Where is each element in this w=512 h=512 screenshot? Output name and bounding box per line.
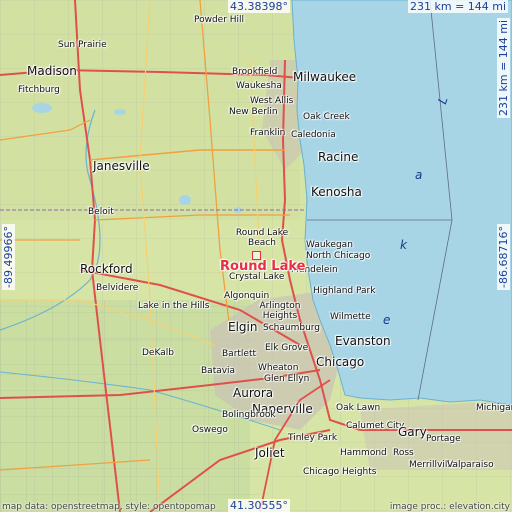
place-waukesha: Waukesha — [236, 81, 282, 91]
lake-letter-e: e — [383, 313, 391, 327]
place-sun-prairie: Sun Prairie — [58, 40, 107, 50]
attribution-map-data: map data: openstreetmap, style: opentopo… — [2, 502, 216, 512]
lake-letter-k: k — [400, 238, 407, 252]
coord-top: 43.38398° — [228, 0, 290, 13]
place-schaumburg: Schaumburg — [263, 323, 321, 333]
place-evanston: Evanston — [335, 334, 391, 348]
place-north-chicago: North Chicago — [306, 251, 371, 261]
place-bartlett: Bartlett — [222, 349, 257, 359]
place-west-allis: West Allis — [250, 96, 294, 106]
place-powder-hill: Powder Hill — [194, 15, 245, 25]
place-waukegan: Waukegan — [306, 240, 353, 250]
place-portage: Portage — [426, 434, 461, 444]
place-dekalb: DeKalb — [142, 348, 174, 358]
place-elgin: Elgin — [228, 320, 258, 334]
place-wilmette: Wilmette — [330, 312, 371, 322]
place-valparaiso: Valparaiso — [447, 460, 494, 470]
coord-right: -86.68716° — [497, 224, 510, 290]
place-oak-creek: Oak Creek — [303, 112, 350, 122]
place-michigan-city: Michigan City — [476, 403, 512, 413]
lake-letter-a: a — [415, 168, 423, 182]
place-belvidere: Belvidere — [96, 283, 139, 293]
coord-bottom: 41.30555° — [228, 499, 290, 512]
place-wheaton: Wheaton — [258, 363, 299, 373]
place-oswego: Oswego — [192, 425, 228, 435]
place-janesville: Janesville — [93, 159, 150, 173]
place-racine: Racine — [318, 150, 359, 164]
lake-mendota — [32, 103, 52, 113]
attribution-image-processing: image proc.: elevation.city — [389, 502, 510, 512]
place-beloit: Beloit — [88, 207, 114, 217]
place-ross: Ross — [393, 448, 414, 458]
place-chicago-heights: Chicago Heights — [303, 467, 377, 477]
place-oak-lawn: Oak Lawn — [336, 403, 381, 413]
place-crystal-lake: Crystal Lake — [229, 272, 285, 282]
place-algonquin: Algonquin — [224, 291, 270, 301]
place-franklin: Franklin — [250, 128, 286, 138]
place-aurora: Aurora — [233, 386, 274, 400]
place-kenosha: Kenosha — [311, 185, 362, 199]
place-fitchburg: Fitchburg — [18, 85, 60, 95]
place-chicago: Chicago — [316, 355, 365, 369]
scale-vertical: 231 km = 144 mi — [497, 17, 510, 118]
place-round-lake-beach: Round Lake Beach — [235, 228, 289, 248]
place-madison: Madison — [27, 64, 77, 78]
place-joliet: Joliet — [255, 446, 285, 460]
place-new-berlin: New Berlin — [229, 107, 278, 117]
place-tinley-park: Tinley Park — [288, 433, 338, 443]
coord-left: -89.49966° — [2, 224, 15, 290]
place-hammond: Hammond — [340, 448, 387, 458]
place-gary: Gary — [398, 425, 427, 439]
highlight-label: Round Lake — [220, 259, 306, 274]
place-batavia: Batavia — [201, 366, 236, 376]
place-glen-ellyn: Glen Ellyn — [264, 374, 310, 384]
place-rockford: Rockford — [80, 262, 133, 276]
place-arlington-heights: Arlington Heights — [259, 301, 301, 321]
place-lake-in-the-hills: Lake in the Hills — [138, 301, 210, 311]
scale-horizontal: 231 km = 144 mi — [408, 0, 509, 13]
place-brookfield: Brookfield — [232, 67, 278, 77]
place-highland-park: Highland Park — [313, 286, 376, 296]
place-calumet-city: Calumet City — [346, 421, 405, 431]
place-caledonia: Caledonia — [291, 130, 336, 140]
place-bolingbrook: Bolingbrook — [222, 410, 276, 420]
place-elk-grove: Elk Grove — [265, 343, 309, 353]
place-milwaukee: Milwaukee — [293, 70, 357, 84]
